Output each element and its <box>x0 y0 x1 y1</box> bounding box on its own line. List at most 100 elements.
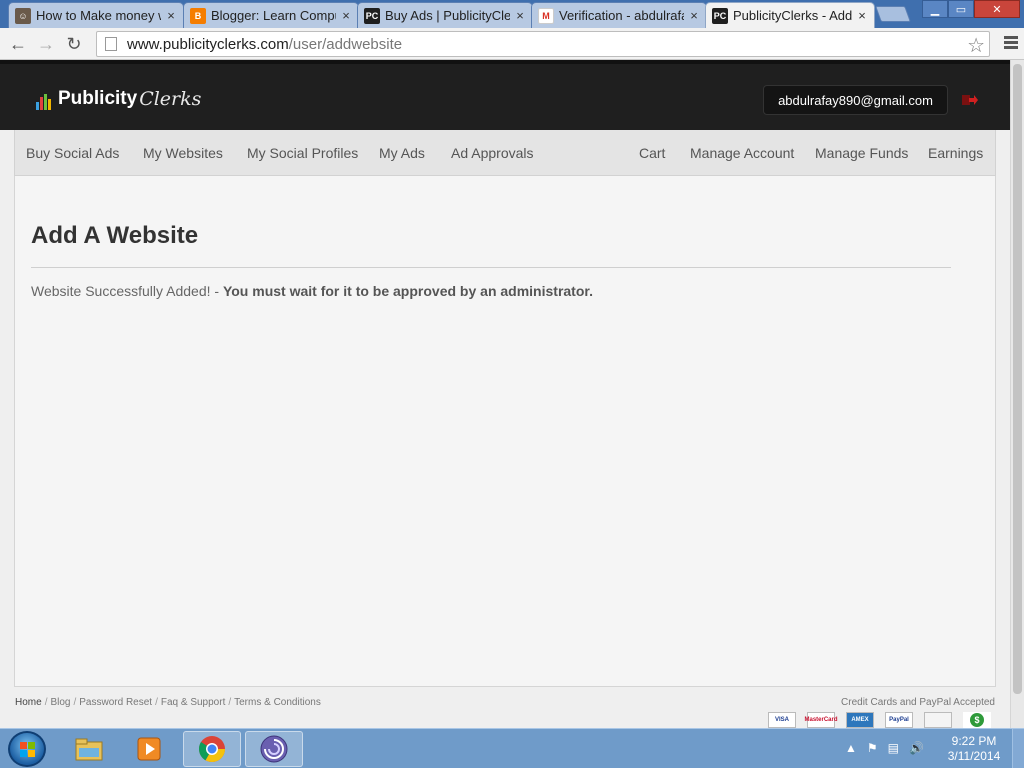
tab-verification[interactable]: M Verification - abdulrafa × <box>531 2 707 28</box>
pc-icon: PC <box>712 7 728 24</box>
footer-link-home[interactable]: Home <box>15 697 42 708</box>
logout-icon[interactable] <box>961 94 979 106</box>
browser-tab-strip: ☺ How to Make money w × B Blogger: Learn… <box>0 0 1024 28</box>
window-controls: ▁ ▭ ✕ <box>922 0 1020 18</box>
nav-my-websites[interactable]: My Websites <box>143 145 223 161</box>
nav-manage-funds[interactable]: Manage Funds <box>815 145 908 161</box>
explorer-icon <box>75 738 103 761</box>
app-swirl-icon <box>260 735 288 763</box>
taskbar-explorer[interactable] <box>60 731 118 767</box>
logo-word-clerks: Clerks <box>139 88 202 110</box>
site-header: Publicity Clerks abdulrafay890@gmail.com <box>0 60 1010 130</box>
taskbar-chrome[interactable] <box>183 731 241 767</box>
clock-date: 3/11/2014 <box>947 749 1001 763</box>
network-icon[interactable]: ▤ <box>888 741 899 755</box>
close-window-button[interactable]: ✕ <box>974 0 1020 18</box>
tab-buy-ads[interactable]: PC Buy Ads | PublicityCle × <box>357 2 533 28</box>
tab-title: PublicityClerks - Add A <box>733 8 852 23</box>
nav-earnings[interactable]: Earnings <box>928 145 983 161</box>
footer-separator: / <box>155 697 158 708</box>
footer-separator: / <box>44 697 48 708</box>
taskbar-app-swirl[interactable] <box>245 731 303 767</box>
pc-icon: PC <box>364 7 380 24</box>
logo-word-publicity: Publicity <box>58 88 138 109</box>
main-content: Add A Website Website Successfully Added… <box>14 176 996 687</box>
forward-button[interactable]: → <box>34 32 58 56</box>
maximize-button[interactable]: ▭ <box>948 0 974 18</box>
close-tab-icon[interactable]: × <box>856 8 868 23</box>
chrome-menu-icon[interactable] <box>1004 36 1018 51</box>
nav-cart[interactable]: Cart <box>639 145 665 161</box>
footer-links: Home / Blog / Password Reset / Faq & Support / T… <box>15 697 321 708</box>
approval-notice: You must wait for it to be approved by a… <box>222 283 593 299</box>
minimize-button[interactable]: ▁ <box>922 0 948 18</box>
mastercard-icon: MasterCard <box>805 712 838 728</box>
taskbar-clock[interactable]: 9:22 PM 3/11/2014 <box>944 734 1004 764</box>
dollar-symbol: $ <box>970 713 984 727</box>
user-account-button[interactable]: abdulrafay890@gmail.com <box>763 85 948 115</box>
gmail-icon: M <box>538 7 554 24</box>
close-tab-icon[interactable]: × <box>514 8 526 23</box>
card-generic-icon <box>924 712 952 728</box>
back-button[interactable]: ← <box>6 32 30 56</box>
close-tab-icon[interactable]: × <box>688 8 700 23</box>
paypal-icon: PayPal <box>885 712 913 728</box>
footer-separator: / <box>73 697 77 708</box>
close-tab-icon[interactable]: × <box>165 8 177 23</box>
payment-cards: VISA MasterCard AMEX PayPal $ <box>768 712 1002 728</box>
bookmark-star-icon[interactable]: ☆ <box>967 33 985 58</box>
footer-link-faq-support[interactable]: Faq & Support <box>161 697 225 708</box>
amex-icon: AMEX <box>846 712 874 728</box>
page-viewport: Publicity Clerks abdulrafay890@gmail.com… <box>0 60 1010 728</box>
nav-my-social-profiles[interactable]: My Social Profiles <box>247 145 358 161</box>
success-message: Website Successfully Added! - You must w… <box>31 283 593 299</box>
show-desktop-button[interactable] <box>1012 729 1024 768</box>
scrollbar-thumb[interactable] <box>1013 64 1022 694</box>
page-icon <box>105 37 117 51</box>
start-button[interactable] <box>8 731 46 767</box>
reload-button[interactable]: ↻ <box>62 32 86 56</box>
nav-buy-social-ads[interactable]: Buy Social Ads <box>26 145 119 161</box>
nav-ad-approvals[interactable]: Ad Approvals <box>451 145 534 161</box>
action-center-flag-icon[interactable]: ⚑ <box>867 741 878 755</box>
bar-chart-logo-icon <box>36 92 52 110</box>
nav-my-ads[interactable]: My Ads <box>379 145 425 161</box>
windows-logo-icon <box>20 742 35 757</box>
person-avatar-icon: ☺ <box>15 7 31 24</box>
address-bar[interactable]: www.publicityclerks.com/user/addwebsite … <box>96 31 990 57</box>
blogger-icon: B <box>190 7 206 24</box>
clock-time: 9:22 PM <box>951 734 997 748</box>
media-player-icon <box>137 737 161 761</box>
footer-link-password-reset[interactable]: Password Reset <box>79 697 152 708</box>
footer-link-blog[interactable]: Blog <box>50 697 70 708</box>
reload-icon: ↻ <box>66 33 82 54</box>
footer-separator: / <box>228 697 232 708</box>
tab-title: Verification - abdulrafa <box>559 8 684 23</box>
url-path: /user/addwebsite <box>288 35 403 53</box>
tray-expand-icon[interactable]: ▲ <box>845 741 857 755</box>
new-tab-button[interactable] <box>875 6 911 22</box>
tab-title: Buy Ads | PublicityCle <box>385 8 510 23</box>
tab-how-to-make-money[interactable]: ☺ How to Make money w × <box>8 2 184 28</box>
back-arrow-icon: ← <box>9 33 27 54</box>
site-logo[interactable]: Publicity Clerks <box>36 86 201 110</box>
divider <box>31 267 951 268</box>
tab-add-website[interactable]: PC PublicityClerks - Add A × <box>705 2 875 28</box>
page-title: Add A Website <box>31 222 199 249</box>
dollar-icon: $ <box>963 712 991 728</box>
user-email: abdulrafay890@gmail.com <box>778 92 933 108</box>
page-scrollbar[interactable] <box>1010 60 1024 728</box>
payment-note: Credit Cards and PayPal Accepted <box>841 697 995 708</box>
tab-title: Blogger: Learn Compu <box>211 8 336 23</box>
tab-blogger[interactable]: B Blogger: Learn Compu × <box>183 2 359 28</box>
close-tab-icon[interactable]: × <box>340 8 352 23</box>
taskbar-media-player[interactable] <box>120 731 178 767</box>
url-host: www.publicityclerks.com <box>127 35 289 53</box>
system-tray: ▲ ⚑ ▤ 🔊 <box>845 741 934 755</box>
volume-icon[interactable]: 🔊 <box>909 741 924 755</box>
main-navigation: Buy Social Ads My Websites My Social Pro… <box>14 130 996 176</box>
nav-manage-account[interactable]: Manage Account <box>690 145 794 161</box>
windows-taskbar: ▲ ⚑ ▤ 🔊 9:22 PM 3/11/2014 <box>0 728 1024 768</box>
visa-icon: VISA <box>768 712 796 728</box>
footer-link-terms[interactable]: Terms & Conditions <box>234 697 321 708</box>
